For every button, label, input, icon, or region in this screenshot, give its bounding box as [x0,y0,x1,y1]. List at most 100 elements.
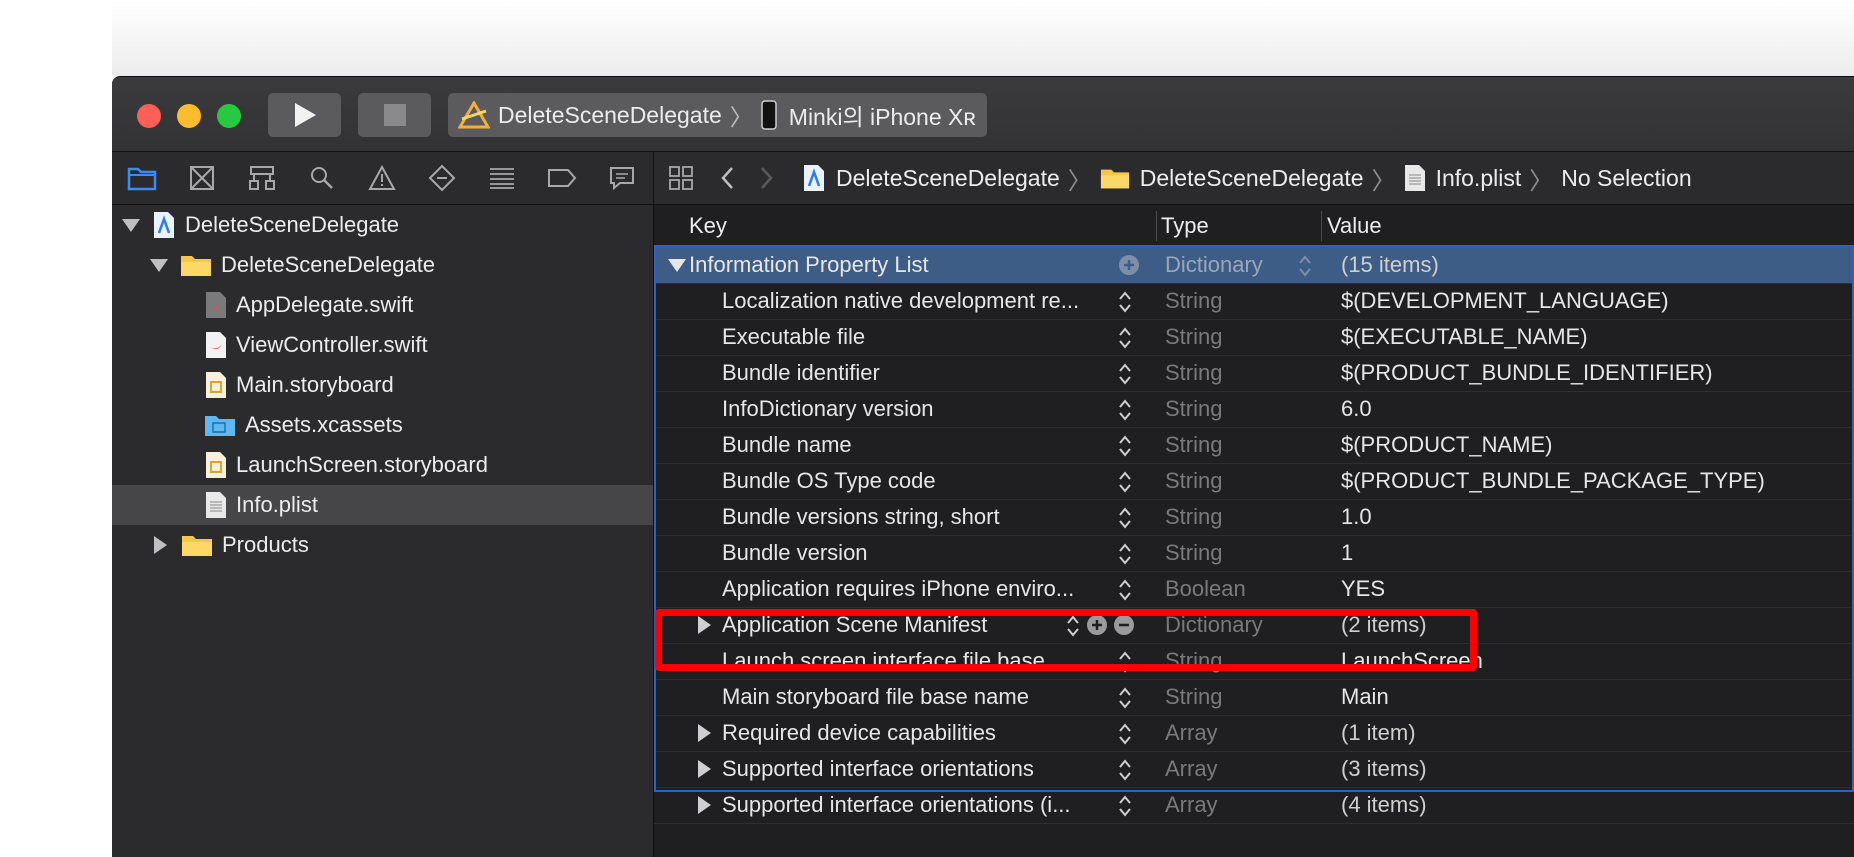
plist-value[interactable]: $(EXECUTABLE_NAME) [1341,324,1588,350]
plist-row[interactable]: Localization native development re... Str… [654,283,1854,320]
breadcrumb-selection[interactable]: No Selection [1561,165,1691,192]
source-control-tab[interactable] [172,152,232,204]
breadcrumb-project[interactable]: DeleteSceneDelegate [836,165,1060,192]
key-stepper-icon[interactable] [1117,325,1133,357]
plist-type[interactable]: String [1165,432,1222,458]
plist-key[interactable]: Application Scene Manifest [722,612,1052,638]
column-header-type[interactable]: Type [1161,213,1209,239]
plist-row[interactable]: Executable file String $(EXECUTABLE_NAME) [654,319,1854,356]
disclosure-right-icon[interactable] [698,724,711,742]
plist-key[interactable]: Localization native development re... [722,288,1102,314]
plist-type[interactable]: String [1165,684,1222,710]
plist-row[interactable]: Supported interface orientations (i... Ar… [654,787,1854,824]
key-stepper-icon[interactable] [1117,793,1133,825]
disclosure-right-icon[interactable] [698,796,711,814]
plist-value[interactable]: 6.0 [1341,396,1372,422]
plist-key[interactable]: Bundle OS Type code [722,468,1102,494]
symbol-navigator-tab[interactable] [232,152,292,204]
plist-value[interactable]: (15 items) [1341,252,1439,278]
plist-type[interactable]: String [1165,360,1222,386]
disclosure-right-icon[interactable] [698,616,711,634]
plist-key[interactable]: Supported interface orientations (i... [722,792,1102,818]
key-stepper-icon[interactable] [1117,541,1133,573]
plist-key[interactable]: Bundle name [722,432,1102,458]
plist-key[interactable]: Information Property List [689,252,1089,278]
plist-key[interactable]: Bundle identifier [722,360,1102,386]
project-navigator-tab[interactable] [112,152,172,204]
plist-row[interactable]: Information Property List Dictionary (15 i… [654,247,1854,284]
zoom-window-button[interactable] [217,104,241,128]
key-stepper-icon[interactable] [1065,613,1081,645]
key-stepper-icon[interactable] [1117,289,1133,321]
plist-key[interactable]: Bundle version [722,540,1102,566]
remove-item-icon[interactable] [1113,614,1135,642]
plist-value[interactable]: $(PRODUCT_BUNDLE_PACKAGE_TYPE) [1341,468,1765,494]
plist-type[interactable]: Boolean [1165,576,1246,602]
plist-row[interactable]: Bundle OS Type code String $(PRODUCT_BUNDL… [654,463,1854,500]
tree-item-appdelegate[interactable]: AppDelegate.swift [112,285,653,325]
key-stepper-icon[interactable] [1117,361,1133,393]
plist-row[interactable]: Bundle identifier String $(PRODUCT_BUNDLE_… [654,355,1854,392]
plist-value[interactable]: YES [1341,576,1385,602]
tree-item-products[interactable]: Products [112,525,653,565]
plist-value[interactable]: 1 [1341,540,1353,566]
plist-type[interactable]: Array [1165,756,1218,782]
key-stepper-icon[interactable] [1117,397,1133,429]
plist-value[interactable]: (4 items) [1341,792,1427,818]
plist-value[interactable]: (2 items) [1341,612,1427,638]
type-stepper-icon[interactable] [1297,253,1313,285]
back-icon[interactable] [720,166,734,190]
plist-key[interactable]: Launch screen interface file base... [722,648,1102,674]
tree-item-main-storyboard[interactable]: Main.storyboard [112,365,653,405]
key-stepper-icon[interactable] [1117,469,1133,501]
breadcrumb-group[interactable]: DeleteSceneDelegate [1140,165,1364,192]
plist-key[interactable]: InfoDictionary version [722,396,1102,422]
debug-navigator-tab[interactable] [472,152,532,204]
find-navigator-tab[interactable] [292,152,352,204]
plist-key[interactable]: Main storyboard file base name [722,684,1102,710]
plist-type[interactable]: String [1165,540,1222,566]
test-navigator-tab[interactable] [412,152,472,204]
tree-item-launchscreen[interactable]: LaunchScreen.storyboard [112,445,653,485]
tree-item-info-plist[interactable]: Info.plist [112,485,653,525]
plist-type[interactable]: Dictionary [1165,612,1263,638]
forward-icon[interactable] [760,166,774,190]
stop-button[interactable] [358,93,431,137]
plist-type[interactable]: String [1165,648,1222,674]
key-stepper-icon[interactable] [1117,757,1133,789]
plist-row[interactable]: Application requires iPhone enviro... Boo… [654,571,1854,608]
plist-type[interactable]: String [1165,288,1222,314]
plist-value[interactable]: $(PRODUCT_NAME) [1341,432,1552,458]
plist-row[interactable]: InfoDictionary version String 6.0 [654,391,1854,428]
plist-type[interactable]: String [1165,396,1222,422]
plist-row[interactable]: Bundle versions string, short String 1.0 [654,499,1854,536]
plist-row[interactable]: Application Scene Manifest Dictionary (2 i… [654,607,1854,644]
key-stepper-icon[interactable] [1117,649,1133,681]
plist-key[interactable]: Application requires iPhone enviro... [722,576,1102,602]
key-stepper-icon[interactable] [1117,721,1133,753]
key-stepper-icon[interactable] [1117,505,1133,537]
plist-type[interactable]: Array [1165,720,1218,746]
disclosure-down-icon[interactable] [150,258,168,272]
scheme-selector[interactable]: DeleteSceneDelegate 〉 Minki의 iPhone Xʀ [448,93,987,137]
plist-value[interactable]: Main [1341,684,1389,710]
plist-row[interactable]: Main storyboard file base name String Main [654,679,1854,716]
plist-value[interactable]: (3 items) [1341,756,1427,782]
close-window-button[interactable] [137,104,161,128]
key-stepper-icon[interactable] [1117,577,1133,609]
column-divider[interactable] [1156,211,1157,241]
plist-type[interactable]: String [1165,324,1222,350]
key-stepper-icon[interactable] [1117,685,1133,717]
run-button[interactable] [268,93,341,137]
column-header-key[interactable]: Key [689,213,727,239]
plist-key[interactable]: Executable file [722,324,1102,350]
report-navigator-tab[interactable] [592,152,652,204]
plist-type[interactable]: Array [1165,792,1218,818]
issue-navigator-tab[interactable] [352,152,412,204]
tree-item-group[interactable]: DeleteSceneDelegate [112,245,653,285]
tree-item-assets[interactable]: Assets.xcassets [112,405,653,445]
related-items-icon[interactable] [668,165,694,191]
breadcrumb-file[interactable]: Info.plist [1436,165,1522,192]
disclosure-right-icon[interactable] [698,760,711,778]
plist-value[interactable]: $(DEVELOPMENT_LANGUAGE) [1341,288,1669,314]
